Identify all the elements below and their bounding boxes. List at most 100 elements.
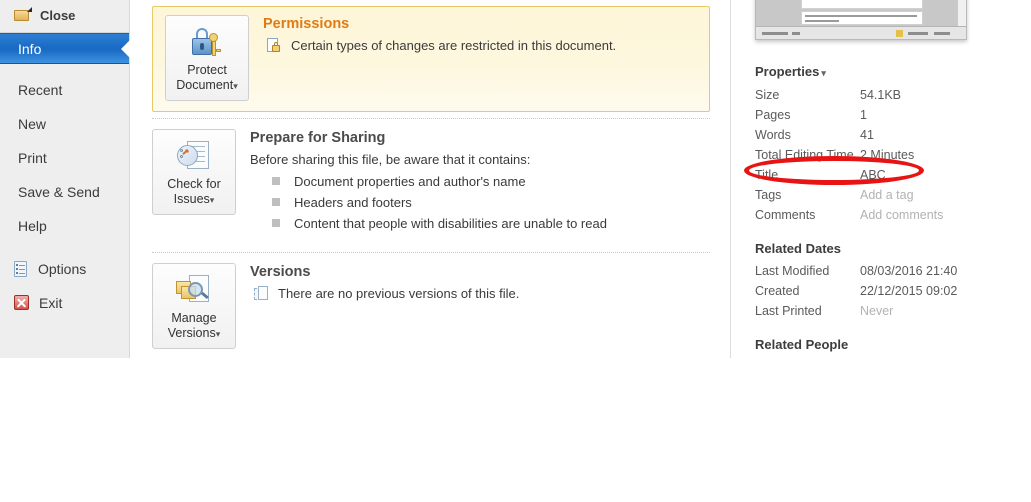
manage-versions-button[interactable]: Manage Versions▾ — [152, 263, 236, 349]
property-label: Total Editing Time — [755, 148, 854, 162]
prepare-for-sharing-intro: Before sharing this file, be aware that … — [250, 152, 531, 167]
property-label: Created — [755, 284, 800, 298]
nav-item-save-and-send-label: Save & Send — [18, 184, 100, 200]
versions-title: Versions — [250, 264, 311, 280]
backstage-navigation: Close Info Recent New Print Save & Send … — [0, 0, 130, 358]
folder-close-icon — [14, 7, 32, 22]
property-label: Pages — [755, 108, 791, 122]
bullet-square-icon — [272, 177, 280, 185]
chevron-down-icon: ▾ — [215, 329, 221, 339]
word-backstage-info-screen: Close Info Recent New Print Save & Send … — [0, 0, 1031, 502]
property-row-last-printed: Last Printed Never — [755, 301, 1015, 321]
bullet-text: Headers and footers — [294, 195, 412, 210]
property-label: Comments — [755, 208, 816, 222]
version-history-icon — [250, 284, 278, 302]
permissions-status-text: Certain types of changes are restricted … — [291, 38, 617, 53]
nav-item-close-label: Close — [40, 7, 76, 23]
nav-item-close[interactable]: Close — [0, 0, 129, 30]
permissions-section: Protect Document▾ Permissions Certain ty… — [152, 6, 710, 112]
chevron-down-icon: ▾ — [209, 195, 215, 205]
property-value: Never — [860, 304, 894, 318]
property-value-comments[interactable]: Add comments — [860, 205, 943, 225]
properties-list: Properties ▾ Size 54.1KB Pages 1 Words 41… — [755, 63, 1015, 357]
protect-document-label-line1: Protect — [187, 63, 227, 77]
properties-header-label: Properties — [755, 64, 820, 79]
property-row-comments: Comments Add comments — [755, 205, 1015, 225]
versions-section: Manage Versions▾ Versions There are no p… — [152, 253, 710, 358]
list-item: Document properties and author's name — [250, 171, 607, 192]
prepare-for-sharing-text-block: Prepare for Sharing Before sharing this … — [250, 129, 607, 234]
manage-versions-label-line1: Manage — [171, 311, 217, 325]
properties-header[interactable]: Properties ▾ — [755, 64, 826, 79]
versions-status-line: There are no previous versions of this f… — [250, 284, 519, 303]
prepare-for-sharing-title: Prepare for Sharing — [250, 130, 386, 146]
nav-item-help[interactable]: Help — [0, 209, 129, 243]
property-label: Tags — [755, 188, 782, 202]
versions-status-text: There are no previous versions of this f… — [278, 286, 520, 301]
property-value[interactable]: 54.1KB — [860, 85, 901, 105]
nav-item-print-label: Print — [18, 150, 47, 166]
nav-item-info[interactable]: Info — [0, 33, 130, 64]
check-for-issues-label-line2: Issues — [173, 192, 210, 206]
property-value: 22/12/2015 09:02 — [860, 284, 958, 298]
property-value-title[interactable]: ABC — [860, 165, 886, 185]
nav-item-options[interactable]: Options — [0, 252, 129, 286]
protect-document-label-line2: Document — [176, 78, 234, 92]
check-for-issues-button[interactable]: Check for Issues▾ — [152, 129, 236, 215]
property-row-words: Words 41 — [755, 125, 1015, 145]
permissions-text-block: Permissions Certain types of changes are… — [263, 15, 616, 56]
document-preview-thumbnail[interactable] — [755, 0, 967, 40]
property-value[interactable]: 41 — [860, 125, 874, 145]
backstage-view: Close Info Recent New Print Save & Send … — [0, 0, 1031, 358]
check-for-issues-label-line1: Check for — [167, 177, 221, 191]
property-row-pages: Pages 1 — [755, 105, 1015, 125]
nav-spacer-2 — [0, 243, 129, 252]
checklist-document-icon — [174, 139, 214, 173]
list-item: Headers and footers — [250, 192, 607, 213]
manage-versions-label-line2: Versions — [167, 326, 216, 340]
property-row-title: Title ABC — [755, 165, 1015, 185]
document-lock-icon — [263, 36, 291, 54]
nav-item-exit-label: Exit — [39, 295, 63, 311]
nav-item-new[interactable]: New — [0, 107, 129, 141]
nav-item-exit[interactable]: Exit — [0, 286, 129, 320]
property-label: Title — [755, 168, 779, 182]
document-properties-pane: Properties ▾ Size 54.1KB Pages 1 Words 41… — [730, 0, 1031, 358]
property-row-last-modified: Last Modified 08/03/2016 21:40 — [755, 261, 1015, 281]
check-for-issues-caption: Check for Issues▾ — [167, 177, 221, 208]
property-label: Words — [755, 128, 791, 142]
permissions-status-line: Certain types of changes are restricted … — [263, 36, 616, 55]
protect-document-caption: Protect Document▾ — [176, 63, 238, 94]
nav-item-info-label: Info — [18, 40, 42, 57]
property-value-tags[interactable]: Add a tag — [860, 185, 914, 205]
nav-item-save-and-send[interactable]: Save & Send — [0, 175, 129, 209]
protect-document-button[interactable]: Protect Document▾ — [165, 15, 249, 101]
property-row-total-editing-time: Total Editing Time 2 Minutes — [755, 145, 1015, 165]
info-content-area: Protect Document▾ Permissions Certain ty… — [130, 0, 730, 358]
prepare-for-sharing-section: Check for Issues▾ Prepare for Sharing Be… — [152, 119, 710, 246]
bullet-text: Content that people with disabilities ar… — [294, 216, 607, 231]
related-dates-header: Related Dates — [755, 241, 841, 256]
bullet-text: Document properties and author's name — [294, 174, 526, 189]
property-label: Last Modified — [755, 264, 830, 278]
permissions-title: Permissions — [263, 16, 350, 32]
property-label: Size — [755, 88, 780, 102]
property-value[interactable]: 1 — [860, 105, 867, 125]
property-label: Last Printed — [755, 304, 822, 318]
nav-item-print[interactable]: Print — [0, 141, 129, 175]
options-icon — [14, 260, 29, 278]
bullet-square-icon — [272, 219, 280, 227]
nav-item-recent[interactable]: Recent — [0, 73, 129, 107]
property-value: 08/03/2016 21:40 — [860, 264, 958, 278]
nav-item-options-label: Options — [38, 261, 87, 277]
property-value[interactable]: 2 Minutes — [860, 145, 914, 165]
bullet-square-icon — [272, 198, 280, 206]
nav-item-recent-label: Recent — [18, 82, 63, 98]
manage-versions-icon — [174, 273, 214, 307]
related-people-header: Related People — [755, 337, 849, 352]
property-row-tags: Tags Add a tag — [755, 185, 1015, 205]
property-row-size: Size 54.1KB — [755, 85, 1015, 105]
blank-area — [0, 358, 1031, 502]
list-item: Content that people with disabilities ar… — [250, 213, 607, 234]
